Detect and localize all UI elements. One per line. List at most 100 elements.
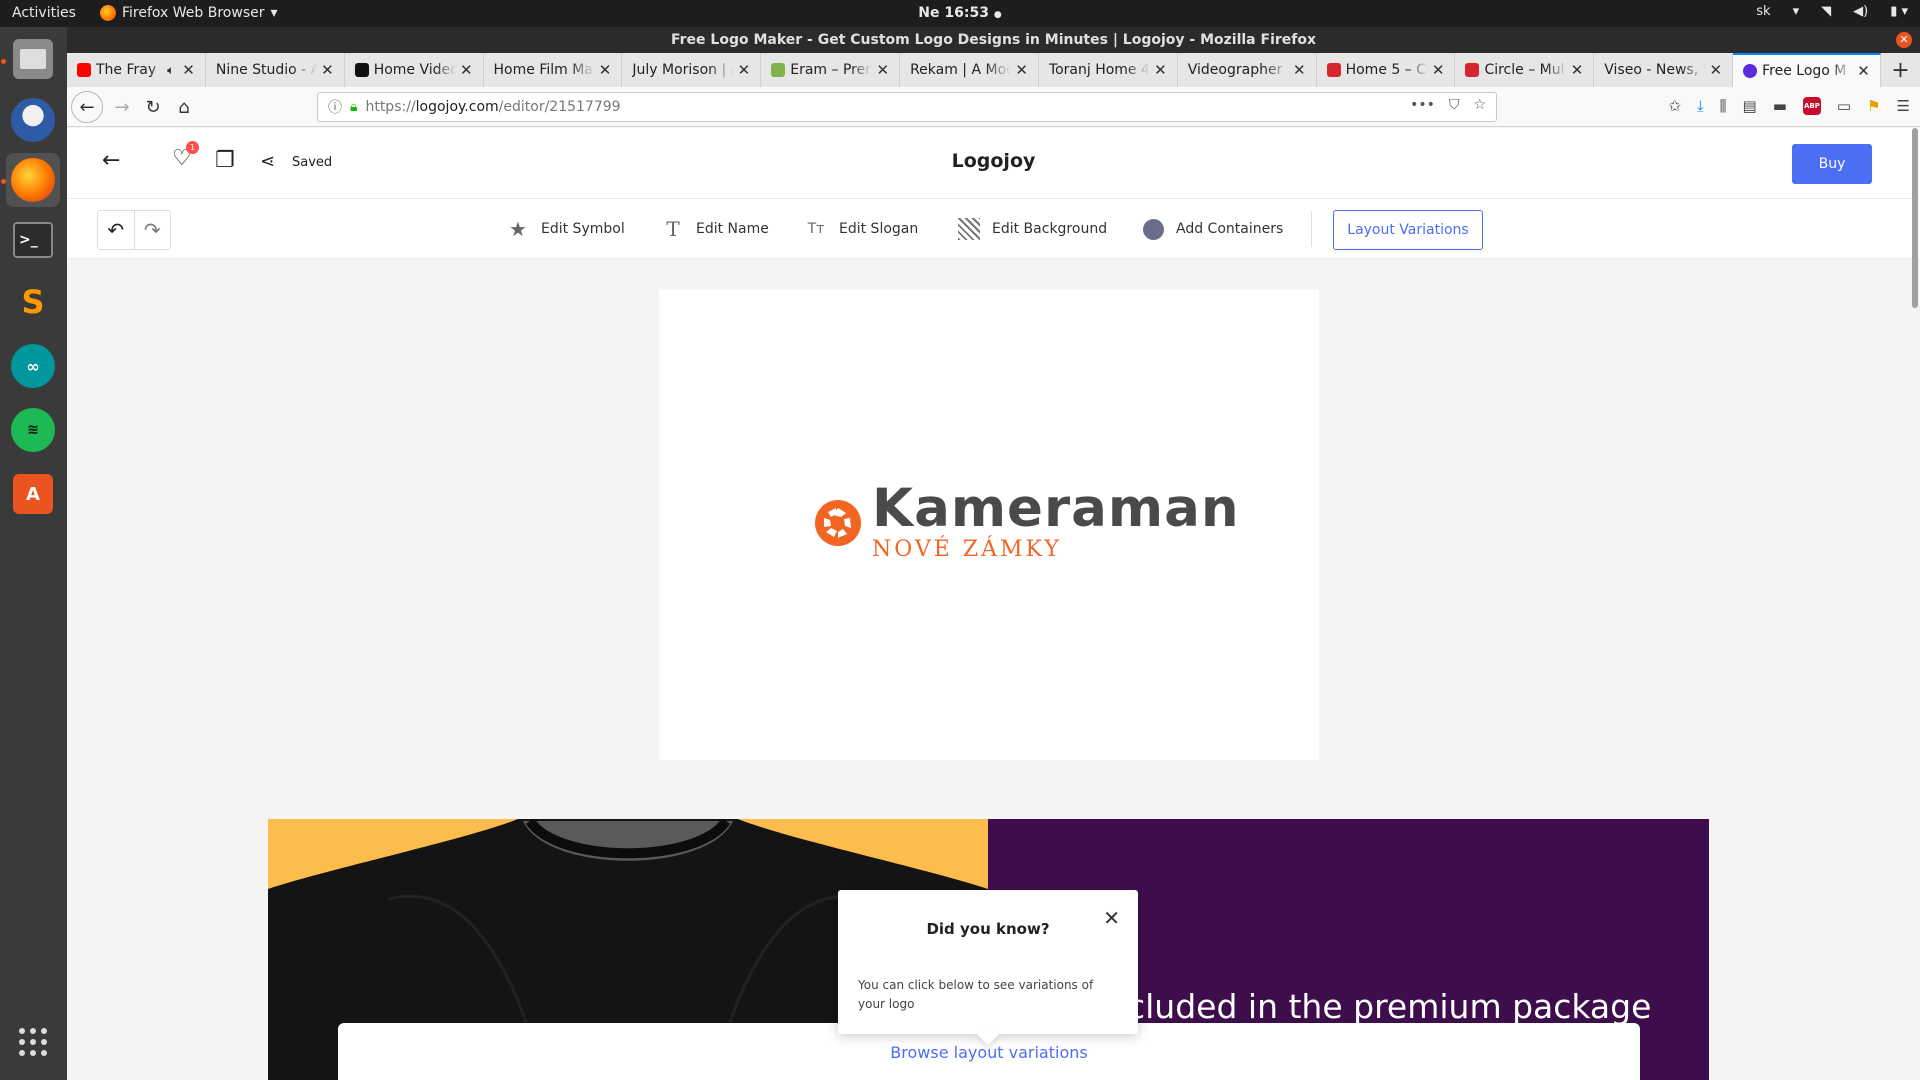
edit-background-button[interactable]: Edit Background: [958, 218, 1107, 240]
close-tab-icon[interactable]: ✕: [182, 61, 195, 79]
page-viewport: ← ♡ 1 ❐ ⋖ Saved Logojoy Buy ↶ ↷ ★ Edit S…: [67, 128, 1920, 1080]
download-icon[interactable]: ⤓: [1697, 97, 1704, 115]
close-tab-icon[interactable]: ✕: [460, 61, 473, 79]
chevron-down-icon: ▾: [270, 5, 278, 21]
page-actions-icon[interactable]: •••: [1410, 97, 1435, 113]
share-icon[interactable]: ⋖: [260, 151, 275, 172]
browser-tab[interactable]: Free Logo M ✕: [1733, 53, 1881, 87]
clock-label: Ne 16:53: [918, 5, 989, 21]
dock-arduino[interactable]: ∞: [6, 339, 60, 393]
new-tab-button[interactable]: +: [1881, 53, 1920, 87]
reload-icon: ↻: [145, 96, 161, 118]
dock-terminal[interactable]: >_: [6, 213, 60, 267]
close-icon[interactable]: ✕: [1103, 906, 1120, 930]
hamburger-menu-icon[interactable]: ☰: [1897, 97, 1910, 115]
info-icon[interactable]: ⓘ: [328, 97, 342, 117]
tab-bar: The Fray 🔈︎ ✕ Nine Studio - A ✕ Home Video ✕ Ho…: [67, 53, 1920, 87]
activities-button[interactable]: Activities: [12, 5, 76, 21]
close-tab-icon[interactable]: ✕: [738, 61, 751, 79]
logo-name: Kameraman: [872, 478, 1240, 539]
address-bar[interactable]: ⓘ 🔒︎ https:// logojoy.com /editor/215177…: [317, 92, 1497, 122]
arduino-icon: ∞: [11, 344, 55, 388]
dock-sublime-text[interactable]: S: [6, 275, 60, 329]
running-indicator: [1, 59, 6, 64]
edit-slogan-button[interactable]: Tт Edit Slogan: [805, 218, 919, 240]
close-tab-icon[interactable]: ✕: [321, 61, 334, 79]
show-applications-button[interactable]: [6, 1015, 60, 1069]
browse-layout-variations-link[interactable]: Browse layout variations: [890, 1043, 1087, 1062]
dock-ubuntu-software[interactable]: A: [6, 467, 60, 521]
edit-symbol-button[interactable]: ★ Edit Symbol: [507, 217, 625, 241]
tab-label: Nine Studio - A: [215, 62, 318, 78]
browser-tab[interactable]: The Fray 🔈︎ ✕: [67, 53, 206, 87]
layout-variations-button[interactable]: Layout Variations: [1333, 210, 1483, 250]
tip-body: You can click below to see variations of…: [858, 978, 1094, 1011]
close-tab-icon[interactable]: ✕: [1857, 62, 1870, 80]
logo-text: Kameraman NOVÉ ZÁMKY: [872, 478, 1240, 562]
back-button[interactable]: ←: [71, 91, 103, 123]
files-icon: [13, 39, 53, 79]
app-header: ← ♡ 1 ❐ ⋖ Saved Logojoy Buy: [67, 128, 1920, 199]
bookmarks-menu-icon[interactable]: ✩: [1668, 97, 1681, 115]
close-tab-icon[interactable]: ✕: [1293, 61, 1306, 79]
bookmark-star-icon[interactable]: ☆: [1473, 97, 1486, 113]
library-icon[interactable]: ⫼: [1720, 97, 1727, 115]
system-tray[interactable]: sk ▾ ◥ ◀) ▮ ▾: [1756, 4, 1908, 19]
dock-thunderbird[interactable]: [6, 93, 60, 147]
sidebar-icon[interactable]: ▤: [1743, 97, 1757, 115]
battery-icon: ▮ ▾: [1890, 4, 1908, 19]
home-button[interactable]: ⌂: [171, 94, 197, 120]
browser-tab[interactable]: Home Video ✕: [345, 53, 484, 87]
close-tab-icon[interactable]: ✕: [1154, 61, 1167, 79]
add-containers-button[interactable]: Add Containers: [1142, 218, 1283, 240]
undo-button[interactable]: ↶: [98, 211, 134, 249]
close-tab-icon[interactable]: ✕: [599, 61, 612, 79]
edit-name-label: Edit Name: [696, 221, 769, 237]
duplicate-icon[interactable]: ❐: [215, 148, 235, 173]
close-tab-icon[interactable]: ✕: [1015, 61, 1028, 79]
edit-name-button[interactable]: T Edit Name: [662, 217, 769, 241]
favorites-button[interactable]: ♡ 1: [172, 141, 199, 171]
browser-tab[interactable]: Videographer - ✕: [1178, 53, 1317, 87]
logo-preview-card[interactable]: Kameraman NOVÉ ZÁMKY: [659, 290, 1319, 760]
brand-logo[interactable]: Logojoy: [952, 150, 1036, 172]
close-tab-icon[interactable]: ✕: [1710, 61, 1723, 79]
browser-tab[interactable]: Home Film Mak ✕: [484, 53, 623, 87]
dock-spotify[interactable]: ≋: [6, 403, 60, 457]
speaker-icon[interactable]: 🔈︎: [167, 63, 174, 78]
clock[interactable]: Ne 16:53 ●: [918, 5, 1001, 21]
running-indicator: [1, 179, 6, 184]
browser-tab[interactable]: Eram – Pren ✕: [761, 53, 901, 87]
close-tab-icon[interactable]: ✕: [876, 61, 889, 79]
keyboard-layout[interactable]: sk: [1756, 4, 1770, 19]
tab-label: The Fray: [96, 62, 157, 78]
browser-tab[interactable]: Toranj Home 4 ✕: [1039, 53, 1178, 87]
browser-tab[interactable]: Home 5 – Ci ✕: [1317, 53, 1456, 87]
edit-toolbar: ↶ ↷ ★ Edit Symbol T Edit Name Tт Edit Sl…: [67, 199, 1920, 259]
adblock-icon[interactable]: ABP: [1802, 97, 1821, 115]
browser-tab[interactable]: Circle – Mul ✕: [1455, 53, 1595, 87]
close-tab-icon[interactable]: ✕: [1571, 61, 1584, 79]
browser-tab[interactable]: Nine Studio - A ✕: [206, 53, 345, 87]
browser-tab[interactable]: Rekam | A Mod ✕: [900, 53, 1039, 87]
dock-files[interactable]: [6, 32, 60, 86]
browser-tab[interactable]: July Morison | A ✕: [622, 53, 762, 87]
tab-label: Viseo - News, V: [1604, 62, 1706, 78]
firefox-icon: [11, 158, 55, 202]
extension-badge-icon[interactable]: ⚑: [1867, 97, 1880, 115]
screenshot-extension-icon[interactable]: ▬: [1773, 97, 1787, 115]
dock-firefox[interactable]: [6, 153, 60, 207]
extension-icon[interactable]: ▭: [1837, 97, 1851, 115]
notification-dot-icon: ●: [993, 10, 1002, 20]
browser-tab[interactable]: Viseo - News, V ✕: [1594, 53, 1734, 87]
app-menu[interactable]: Firefox Web Browser ▾: [100, 5, 278, 21]
pocket-icon[interactable]: ⛉: [1449, 97, 1460, 113]
close-tab-icon[interactable]: ✕: [1432, 61, 1445, 79]
redo-button[interactable]: ↷: [133, 211, 171, 249]
close-window-button[interactable]: ✕: [1896, 32, 1912, 48]
back-arrow-icon[interactable]: ←: [102, 148, 120, 173]
buy-button[interactable]: Buy: [1792, 144, 1872, 184]
page-scrollbar[interactable]: [1912, 128, 1918, 308]
reload-button[interactable]: ↻: [140, 94, 166, 120]
forward-button[interactable]: →: [109, 94, 135, 120]
